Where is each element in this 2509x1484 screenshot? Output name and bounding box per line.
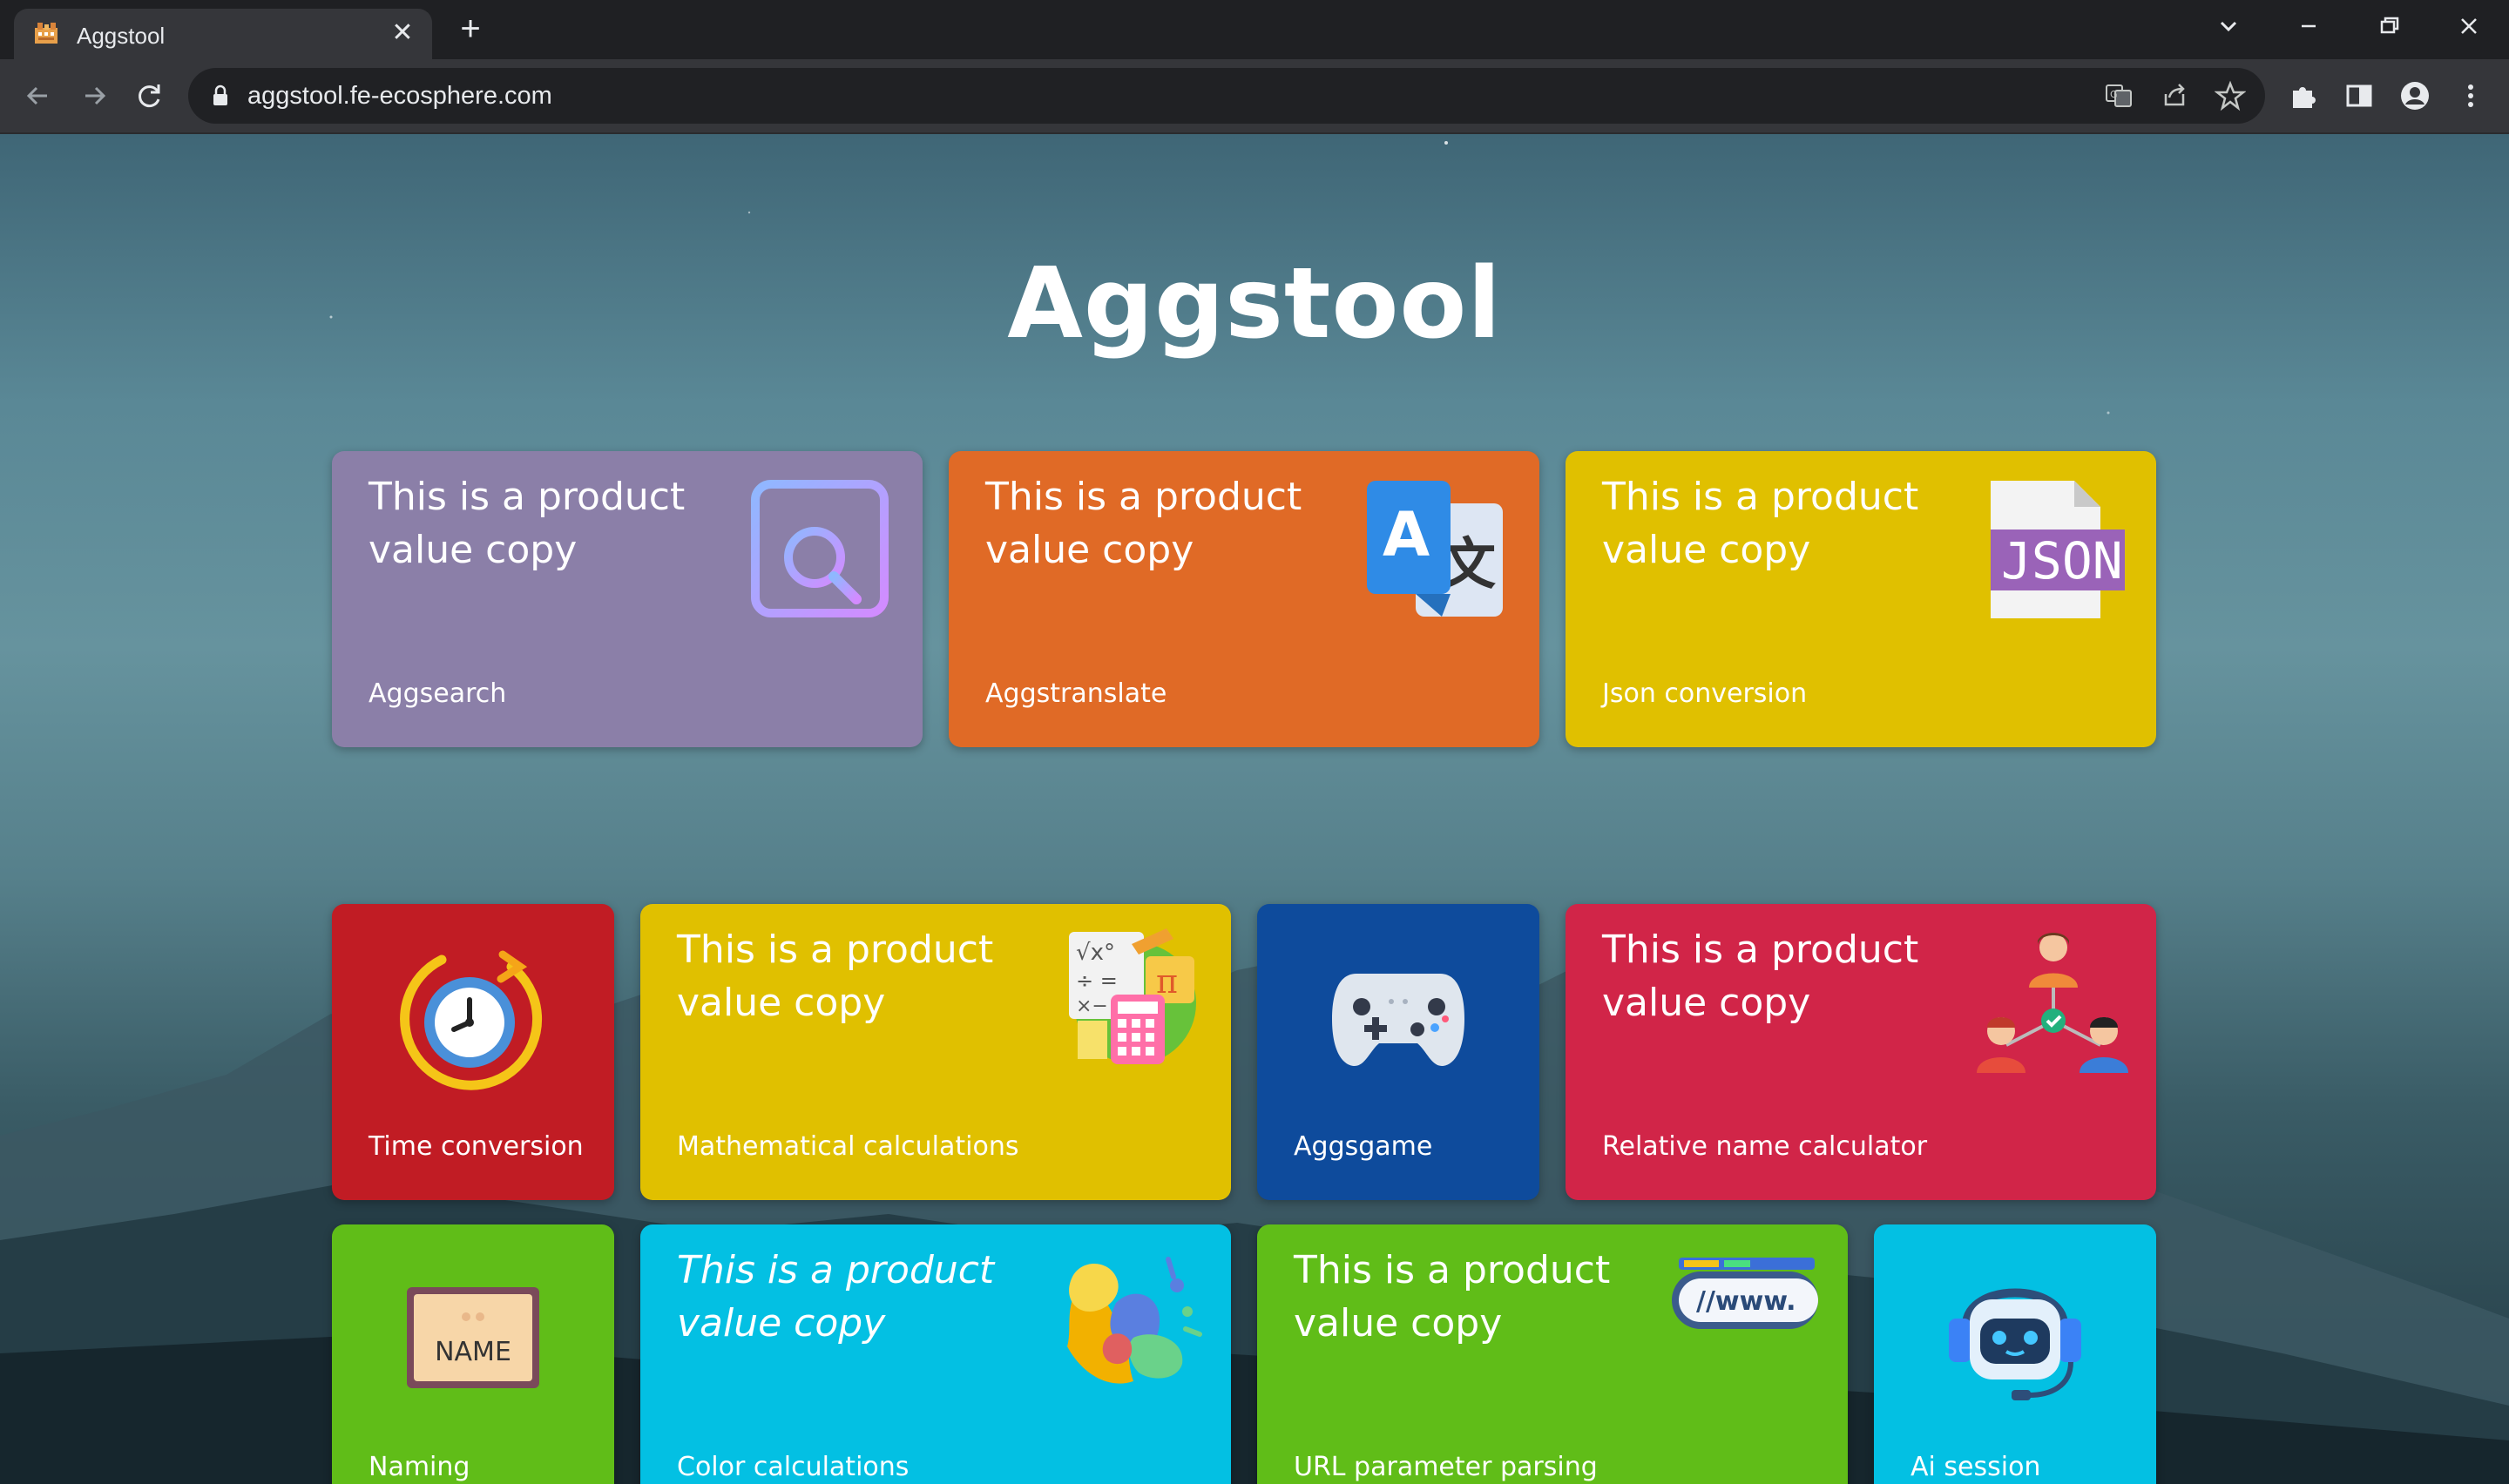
svg-text:G: G [2110,89,2118,100]
card-label: Aggstranslate [985,678,1167,709]
share-icon[interactable] [2159,80,2190,111]
card-copy: This is a product value copy [677,1248,995,1346]
browser-toolbar: aggstool.fe-ecosphere.com G [0,59,2509,134]
card-copy: This is a product value copy [369,475,686,572]
json-file-icon: JSON [1991,481,2125,618]
card-aggstranslate[interactable]: This is a product value copy 文 A Aggstran… [949,451,1539,747]
card-copy: This is a product value copy [1602,475,1919,572]
minimize-icon[interactable] [2282,9,2335,44]
relationship-icon [1977,933,2128,1073]
card-label: Json conversion [1602,678,1808,709]
translate-icon[interactable]: G [2103,80,2134,111]
svg-text:×−: ×− [1076,995,1108,1017]
star-icon[interactable] [2215,80,2246,111]
chevron-down-icon[interactable] [2202,9,2255,44]
plus-icon[interactable]: + [453,11,488,47]
card-label: Aggsearch [369,678,507,709]
card-label: Relative name calculator [1602,1131,1928,1162]
browser-tab[interactable]: Aggstool ✕ [14,9,432,59]
url-text[interactable]: aggstool.fe-ecosphere.com [247,82,552,111]
card-aggsearch[interactable]: This is a product value copy Aggsearch [332,451,923,747]
page-content: Aggstool This is a product value copy Agg… [0,134,2509,1484]
card-url-parameter-parsing[interactable]: This is a product value copy //www. URL p… [1257,1224,1848,1484]
restore-icon[interactable] [2363,9,2415,44]
svg-text:NAME: NAME [435,1337,511,1367]
card-label: URL parameter parsing [1294,1452,1598,1482]
lock-icon[interactable] [211,84,230,107]
card-mathematical-calculations[interactable]: This is a product value copy √x° ÷ = ×− π… [640,904,1231,1200]
app-favicon-icon [35,23,57,44]
card-color-calculations[interactable]: This is a product value copy Color calcul… [640,1224,1231,1484]
gamepad-icon [1332,974,1464,1066]
svg-text:√x°: √x° [1076,940,1115,966]
card-label: Ai session [1910,1452,2041,1482]
close-window-icon[interactable] [2443,9,2495,44]
card-copy: This is a product value copy [677,928,994,1025]
card-aggsgame[interactable]: Aggsgame [1257,904,1539,1200]
card-label: Time conversion [369,1131,584,1162]
card-label: Color calculations [677,1452,910,1482]
tab-title: Aggstool [77,23,166,49]
back-icon[interactable] [19,77,57,115]
card-time-conversion[interactable]: Time conversion [332,904,614,1200]
clock-icon [400,950,543,1090]
card-json-conversion[interactable]: This is a product value copy JSON Json co… [1566,451,2156,747]
card-copy: This is a product value copy [1294,1248,1611,1346]
card-ai-session[interactable]: Ai session [1874,1224,2156,1484]
svg-text:JSON: JSON [2001,531,2123,590]
url-icon: //www. [1672,1258,1818,1329]
name-tag-icon: NAME [407,1287,539,1388]
address-bar[interactable]: aggstool.fe-ecosphere.com G [188,68,2265,124]
search-browser-icon [751,480,889,617]
svg-text:÷ =: ÷ = [1076,968,1118,993]
reload-icon[interactable] [131,77,169,115]
card-copy: This is a product value copy [1602,928,1919,1025]
card-label: Mathematical calculations [677,1131,1019,1162]
page-title: Aggstool [1007,247,1502,361]
card-relative-name-calculator[interactable]: This is a product value copy Relative nam… [1566,904,2156,1200]
card-label: Naming [369,1452,470,1482]
color-splash-icon [1067,1257,1202,1384]
svg-text://www.: //www. [1696,1286,1796,1317]
menu-icon[interactable] [2452,77,2490,115]
side-panel-icon[interactable] [2340,77,2378,115]
card-naming[interactable]: NAME Naming [332,1224,614,1484]
close-icon[interactable]: ✕ [389,19,416,47]
forward-icon[interactable] [75,77,113,115]
math-icon: √x° ÷ = ×− π [1069,928,1196,1064]
svg-text:A: A [1383,499,1430,570]
profile-icon[interactable] [2396,77,2434,115]
card-copy: This is a product value copy [985,475,1302,572]
robot-icon [1949,1288,2081,1400]
extensions-icon[interactable] [2284,77,2323,115]
translate-icon: 文 A [1367,481,1503,617]
tab-strip: Aggstool ✕ + [0,0,2509,59]
card-label: Aggsgame [1294,1131,1433,1162]
